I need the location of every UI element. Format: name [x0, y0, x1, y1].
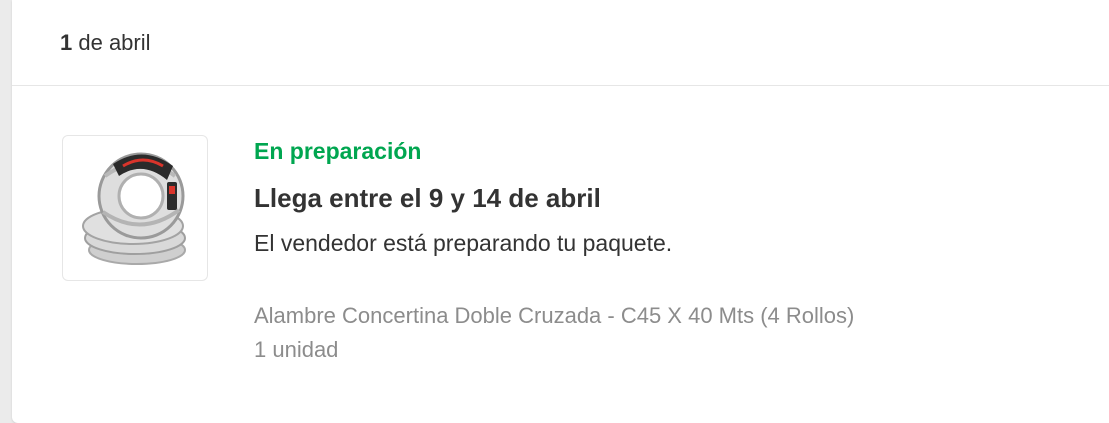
product-image — [82, 152, 186, 265]
product-thumbnail[interactable] — [62, 135, 208, 281]
card-header: 1 de abril — [12, 0, 1109, 86]
purchase-card: 1 de abril En preparación Llega entre el… — [12, 0, 1109, 423]
product-quantity: 1 unidad — [254, 337, 339, 362]
shipment-status: En preparación — [254, 138, 422, 164]
purchase-date: 1 de abril — [60, 30, 151, 56]
shipment-description: El vendedor está preparando tu paquete. — [254, 230, 673, 256]
card-body: En preparación Llega entre el 9 y 14 de … — [12, 86, 1109, 422]
shipment-info: En preparación Llega entre el 9 y 14 de … — [254, 138, 854, 367]
purchase-date-day: 1 — [60, 29, 73, 55]
delivery-estimate[interactable]: Llega entre el 9 y 14 de abril — [254, 183, 854, 214]
purchase-date-month: de abril — [72, 29, 151, 55]
product-name[interactable]: Alambre Concertina Doble Cruzada - C45 X… — [254, 299, 854, 333]
